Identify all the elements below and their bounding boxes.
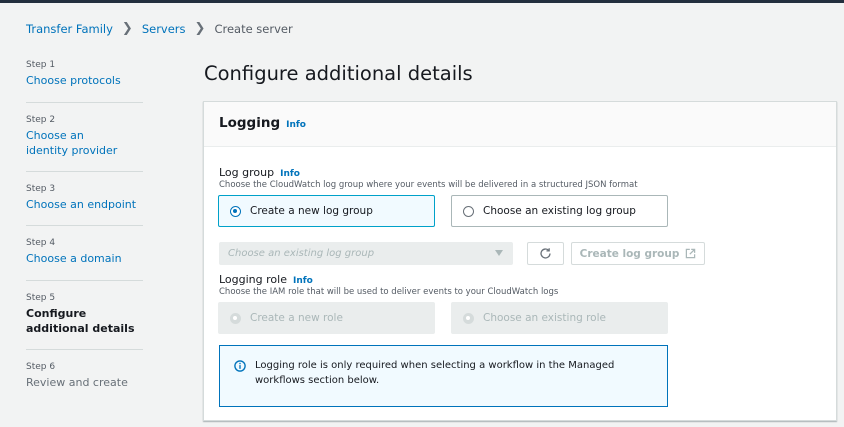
refresh-icon [540, 248, 551, 259]
radio-selected-icon[interactable] [230, 205, 241, 217]
info-alert: Logging role is only required when selec… [219, 345, 668, 407]
existing-log-group-select[interactable]: Choose an existing log group [219, 242, 513, 265]
step-link-choose-domain[interactable]: Choose a domain [26, 251, 143, 266]
radio-disabled-icon[interactable] [230, 312, 241, 324]
logging-role-info-link[interactable]: Info [293, 276, 313, 286]
refresh-button[interactable] [527, 242, 564, 265]
info-circle-icon [234, 360, 246, 372]
wizard-step-5: Step 5 Configure additional details [26, 281, 143, 350]
wizard-step-2: Step 2 Choose an identity provider [26, 103, 143, 172]
step-number: Step 4 [26, 238, 56, 248]
page-title: Configure additional details [204, 62, 473, 85]
alert-text: Logging role is only required when selec… [255, 360, 615, 386]
step-current-configure-details: Configure additional details [26, 307, 135, 335]
wizard-step-1: Step 1 Choose protocols [26, 60, 143, 103]
wizard-steps: Step 1 Choose protocols Step 2 Choose an… [26, 60, 143, 396]
wizard-step-3: Step 3 Choose an endpoint [26, 172, 143, 226]
create-new-role-label: Create a new role [250, 312, 343, 324]
panel-header: Logging Info [204, 102, 836, 147]
logging-panel: Logging Info Log group Info Choose the Clo… [203, 101, 837, 421]
chevron-right-icon: ❯ [121, 21, 133, 36]
panel-title-text: Logging [219, 115, 281, 131]
create-log-group-label: Create log group [579, 247, 680, 260]
log-group-info-link[interactable]: Info [280, 169, 300, 179]
external-link-icon [686, 248, 696, 259]
breadcrumb-current: Create server [214, 21, 293, 36]
radio-unselected-icon[interactable] [463, 205, 474, 217]
logging-role-label: Logging role Info [219, 273, 313, 286]
select-placeholder: Choose an existing log group [228, 248, 375, 259]
top-navigation-bar [0, 0, 844, 3]
radio-disabled-icon[interactable] [463, 312, 474, 324]
create-new-role-tile[interactable]: Create a new role [218, 302, 435, 334]
breadcrumb-servers[interactable]: Servers [142, 22, 186, 36]
create-new-log-group-label: Create a new log group [250, 205, 373, 217]
step-number: Step 3 [26, 184, 56, 194]
step-link-choose-identity-provider[interactable]: Choose an identity provider [26, 128, 126, 158]
wizard-step-6: Step 6 Review and create [26, 350, 143, 396]
step-number: Step 1 [26, 60, 56, 70]
create-log-group-button[interactable]: Create log group [571, 242, 705, 265]
choose-existing-log-group-label: Choose an existing log group [483, 205, 636, 217]
step-review-and-create: Review and create [26, 376, 128, 389]
log-group-label-text: Log group [219, 166, 275, 179]
logging-role-label-text: Logging role [219, 273, 287, 286]
step-number: Step 5 [26, 293, 56, 303]
logging-role-description: Choose the IAM role that will be used to… [219, 287, 559, 297]
caret-down-icon [495, 250, 503, 256]
breadcrumb: Transfer Family ❯ Servers ❯ Create serve… [26, 21, 293, 36]
wizard-step-4: Step 4 Choose a domain [26, 226, 143, 281]
log-group-description: Choose the CloudWatch log group where yo… [219, 180, 638, 190]
step-link-choose-endpoint[interactable]: Choose an endpoint [26, 197, 143, 212]
chevron-right-icon: ❯ [194, 21, 206, 36]
choose-existing-log-group-tile[interactable]: Choose an existing log group [451, 195, 668, 227]
logging-info-link[interactable]: Info [286, 120, 306, 130]
step-number: Step 2 [26, 115, 56, 125]
panel-title: Logging Info [219, 115, 306, 131]
breadcrumb-transfer-family[interactable]: Transfer Family [26, 22, 113, 36]
log-group-label: Log group Info [219, 166, 300, 179]
choose-existing-role-label: Choose an existing role [483, 312, 606, 324]
choose-existing-role-tile[interactable]: Choose an existing role [451, 302, 668, 334]
create-new-log-group-tile[interactable]: Create a new log group [218, 195, 435, 227]
step-number: Step 6 [26, 362, 56, 372]
step-link-choose-protocols[interactable]: Choose protocols [26, 73, 143, 88]
